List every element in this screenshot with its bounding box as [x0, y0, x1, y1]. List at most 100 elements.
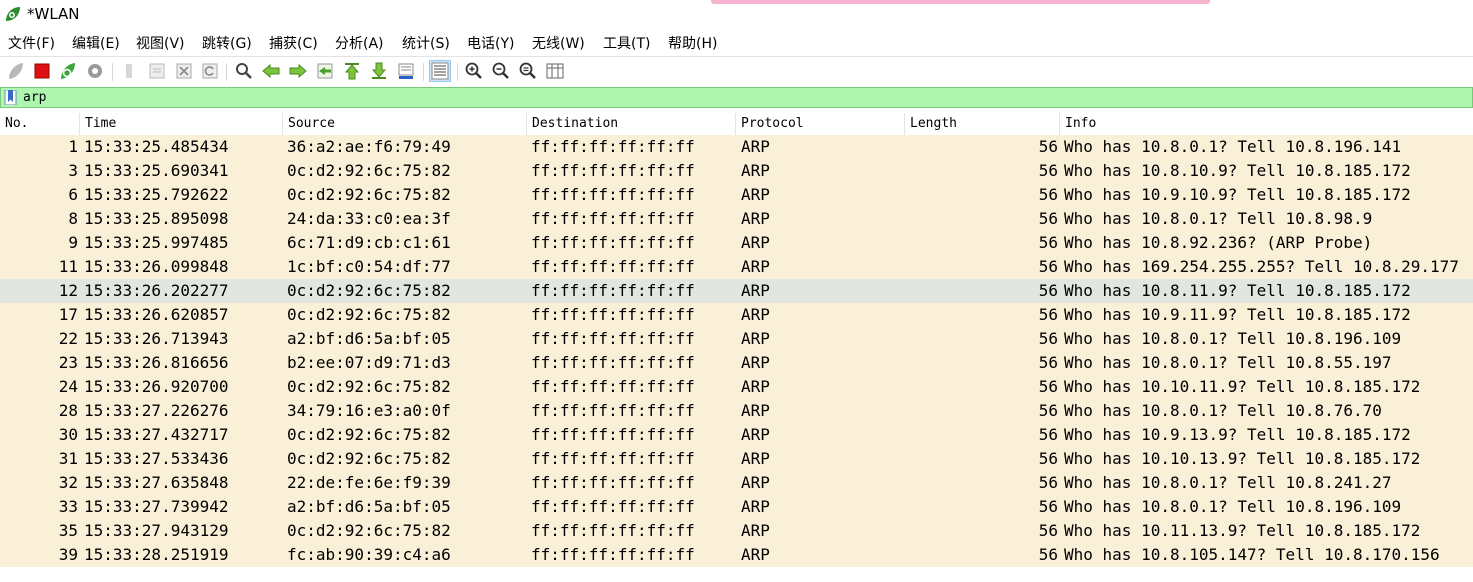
menu-tools[interactable]: 工具(T) [603, 33, 650, 53]
filter-bookmark-icon[interactable] [4, 90, 17, 105]
menu-go[interactable]: 跳转(G) [202, 33, 252, 53]
packet-row[interactable]: 33 15:33:27.739942 a2:bf:d6:5a:bf:05 ff:ff:… [0, 495, 1473, 519]
packet-destination: ff:ff:ff:ff:ff:ff [531, 185, 695, 204]
column-header-destination[interactable]: Destination [527, 113, 736, 135]
colorize-icon[interactable] [429, 60, 451, 82]
packet-no: 24 [58, 377, 78, 396]
packet-row[interactable]: 28 15:33:27.226276 34:79:16:e3:a0:0f ff:ff:… [0, 399, 1473, 423]
packet-row[interactable]: 12 15:33:26.202277 0c:d2:92:6c:75:82 ff:ff:… [0, 279, 1473, 303]
packet-length: 56 [1038, 545, 1058, 564]
capture-options-icon[interactable] [84, 60, 106, 82]
packet-destination: ff:ff:ff:ff:ff:ff [531, 137, 695, 156]
column-header-no[interactable]: No. [0, 113, 80, 135]
go-first-icon[interactable] [341, 60, 363, 82]
zoom-in-icon[interactable] [463, 60, 485, 82]
window-title: *WLAN [27, 5, 80, 23]
packet-length: 56 [1038, 257, 1058, 276]
menu-telephony[interactable]: 电话(Y) [467, 33, 514, 53]
menu-capture[interactable]: 捕获(C) [269, 33, 318, 53]
menu-bar: 文件(F) 编辑(E) 视图(V) 跳转(G) 捕获(C) 分析(A) 统计(S… [0, 30, 1473, 54]
packet-source: b2:ee:07:d9:71:d3 [287, 353, 451, 372]
reload-file-icon[interactable] [199, 60, 221, 82]
toolbar-separator [457, 63, 458, 81]
display-filter-input[interactable] [23, 88, 1463, 107]
packet-length: 56 [1038, 449, 1058, 468]
packet-row[interactable]: 9 15:33:25.997485 6c:71:d9:cb:c1:61 ff:ff:f… [0, 231, 1473, 255]
packet-protocol: ARP [741, 185, 770, 204]
packet-length: 56 [1038, 401, 1058, 420]
packet-info: Who has 10.8.0.1? Tell 10.8.196.141 [1064, 137, 1402, 156]
column-header-protocol[interactable]: Protocol [736, 113, 905, 135]
packet-row[interactable]: 6 15:33:25.792622 0c:d2:92:6c:75:82 ff:ff:f… [0, 183, 1473, 207]
packet-no: 39 [58, 545, 78, 564]
packet-no: 32 [58, 473, 78, 492]
zoom-normal-icon[interactable] [517, 60, 539, 82]
packet-time: 15:33:27.432717 [84, 425, 229, 444]
packet-source: 0c:d2:92:6c:75:82 [287, 377, 451, 396]
packet-row[interactable]: 30 15:33:27.432717 0c:d2:92:6c:75:82 ff:ff:… [0, 423, 1473, 447]
packet-row[interactable]: 23 15:33:26.816656 b2:ee:07:d9:71:d3 ff:ff:… [0, 351, 1473, 375]
menu-analyze[interactable]: 分析(A) [335, 33, 384, 53]
packet-time: 15:33:26.713943 [84, 329, 229, 348]
open-file-icon[interactable] [118, 60, 140, 82]
packet-destination: ff:ff:ff:ff:ff:ff [531, 401, 695, 420]
packet-time: 15:33:27.533436 [84, 449, 229, 468]
column-header-length[interactable]: Length [905, 113, 1060, 135]
packet-no: 23 [58, 353, 78, 372]
packet-info: Who has 10.8.10.9? Tell 10.8.185.172 [1064, 161, 1411, 180]
packet-info: Who has 10.8.0.1? Tell 10.8.241.27 [1064, 473, 1392, 492]
restart-capture-icon[interactable] [57, 60, 79, 82]
go-back-icon[interactable] [260, 60, 282, 82]
packet-info: Who has 10.11.13.9? Tell 10.8.185.172 [1064, 521, 1421, 540]
packet-row[interactable]: 1 15:33:25.485434 36:a2:ae:f6:79:49 ff:ff:f… [0, 135, 1473, 159]
packet-row[interactable]: 11 15:33:26.099848 1c:bf:c0:54:df:77 ff:ff:… [0, 255, 1473, 279]
packet-protocol: ARP [741, 137, 770, 156]
packet-length: 56 [1038, 209, 1058, 228]
packet-row[interactable]: 39 15:33:28.251919 fc:ab:90:39:c4:a6 ff:ff:… [0, 543, 1473, 567]
packet-length: 56 [1038, 281, 1058, 300]
packet-time: 15:33:26.099848 [84, 257, 229, 276]
menu-edit[interactable]: 编辑(E) [72, 33, 120, 53]
go-to-packet-icon[interactable] [314, 60, 336, 82]
packet-length: 56 [1038, 497, 1058, 516]
go-last-icon[interactable] [368, 60, 390, 82]
packet-no: 12 [58, 281, 78, 300]
menu-help[interactable]: 帮助(H) [668, 33, 717, 53]
packet-info: Who has 10.8.105.147? Tell 10.8.170.156 [1064, 545, 1440, 564]
packet-source: 0c:d2:92:6c:75:82 [287, 425, 451, 444]
packet-row[interactable]: 17 15:33:26.620857 0c:d2:92:6c:75:82 ff:ff:… [0, 303, 1473, 327]
packet-protocol: ARP [741, 281, 770, 300]
packet-row[interactable]: 24 15:33:26.920700 0c:d2:92:6c:75:82 ff:ff:… [0, 375, 1473, 399]
packet-row[interactable]: 22 15:33:26.713943 a2:bf:d6:5a:bf:05 ff:ff:… [0, 327, 1473, 351]
auto-scroll-icon[interactable] [395, 60, 417, 82]
packet-row[interactable]: 8 15:33:25.895098 24:da:33:c0:ea:3f ff:ff:f… [0, 207, 1473, 231]
zoom-out-icon[interactable] [490, 60, 512, 82]
packet-row[interactable]: 3 15:33:25.690341 0c:d2:92:6c:75:82 ff:ff:f… [0, 159, 1473, 183]
packet-destination: ff:ff:ff:ff:ff:ff [531, 545, 695, 564]
find-packet-icon[interactable] [233, 60, 255, 82]
packet-info: Who has 10.8.0.1? Tell 10.8.98.9 [1064, 209, 1373, 228]
packet-row[interactable]: 35 15:33:27.943129 0c:d2:92:6c:75:82 ff:ff:… [0, 519, 1473, 543]
packet-info: Who has 10.10.11.9? Tell 10.8.185.172 [1064, 377, 1421, 396]
packet-source: a2:bf:d6:5a:bf:05 [287, 497, 451, 516]
close-file-icon[interactable] [173, 60, 195, 82]
column-header-info[interactable]: Info [1060, 113, 1473, 135]
menu-statistics[interactable]: 统计(S) [402, 33, 450, 53]
packet-length: 56 [1038, 377, 1058, 396]
packet-info: Who has 10.10.13.9? Tell 10.8.185.172 [1064, 449, 1421, 468]
stop-capture-icon[interactable] [31, 60, 53, 82]
packet-row[interactable]: 32 15:33:27.635848 22:de:fe:6e:f9:39 ff:ff:… [0, 471, 1473, 495]
column-header-source[interactable]: Source [283, 113, 527, 135]
menu-wireless[interactable]: 无线(W) [532, 33, 585, 53]
column-header-time[interactable]: Time [80, 113, 283, 135]
menu-file[interactable]: 文件(F) [8, 33, 55, 53]
menu-view[interactable]: 视图(V) [136, 33, 185, 53]
go-forward-icon[interactable] [287, 60, 309, 82]
packet-row[interactable]: 31 15:33:27.533436 0c:d2:92:6c:75:82 ff:ff:… [0, 447, 1473, 471]
resize-columns-icon[interactable] [544, 60, 566, 82]
decorative-bar [711, 0, 1210, 4]
start-capture-icon[interactable] [5, 60, 27, 82]
packet-time: 15:33:25.792622 [84, 185, 229, 204]
packet-destination: ff:ff:ff:ff:ff:ff [531, 449, 695, 468]
save-file-icon[interactable] [146, 60, 168, 82]
